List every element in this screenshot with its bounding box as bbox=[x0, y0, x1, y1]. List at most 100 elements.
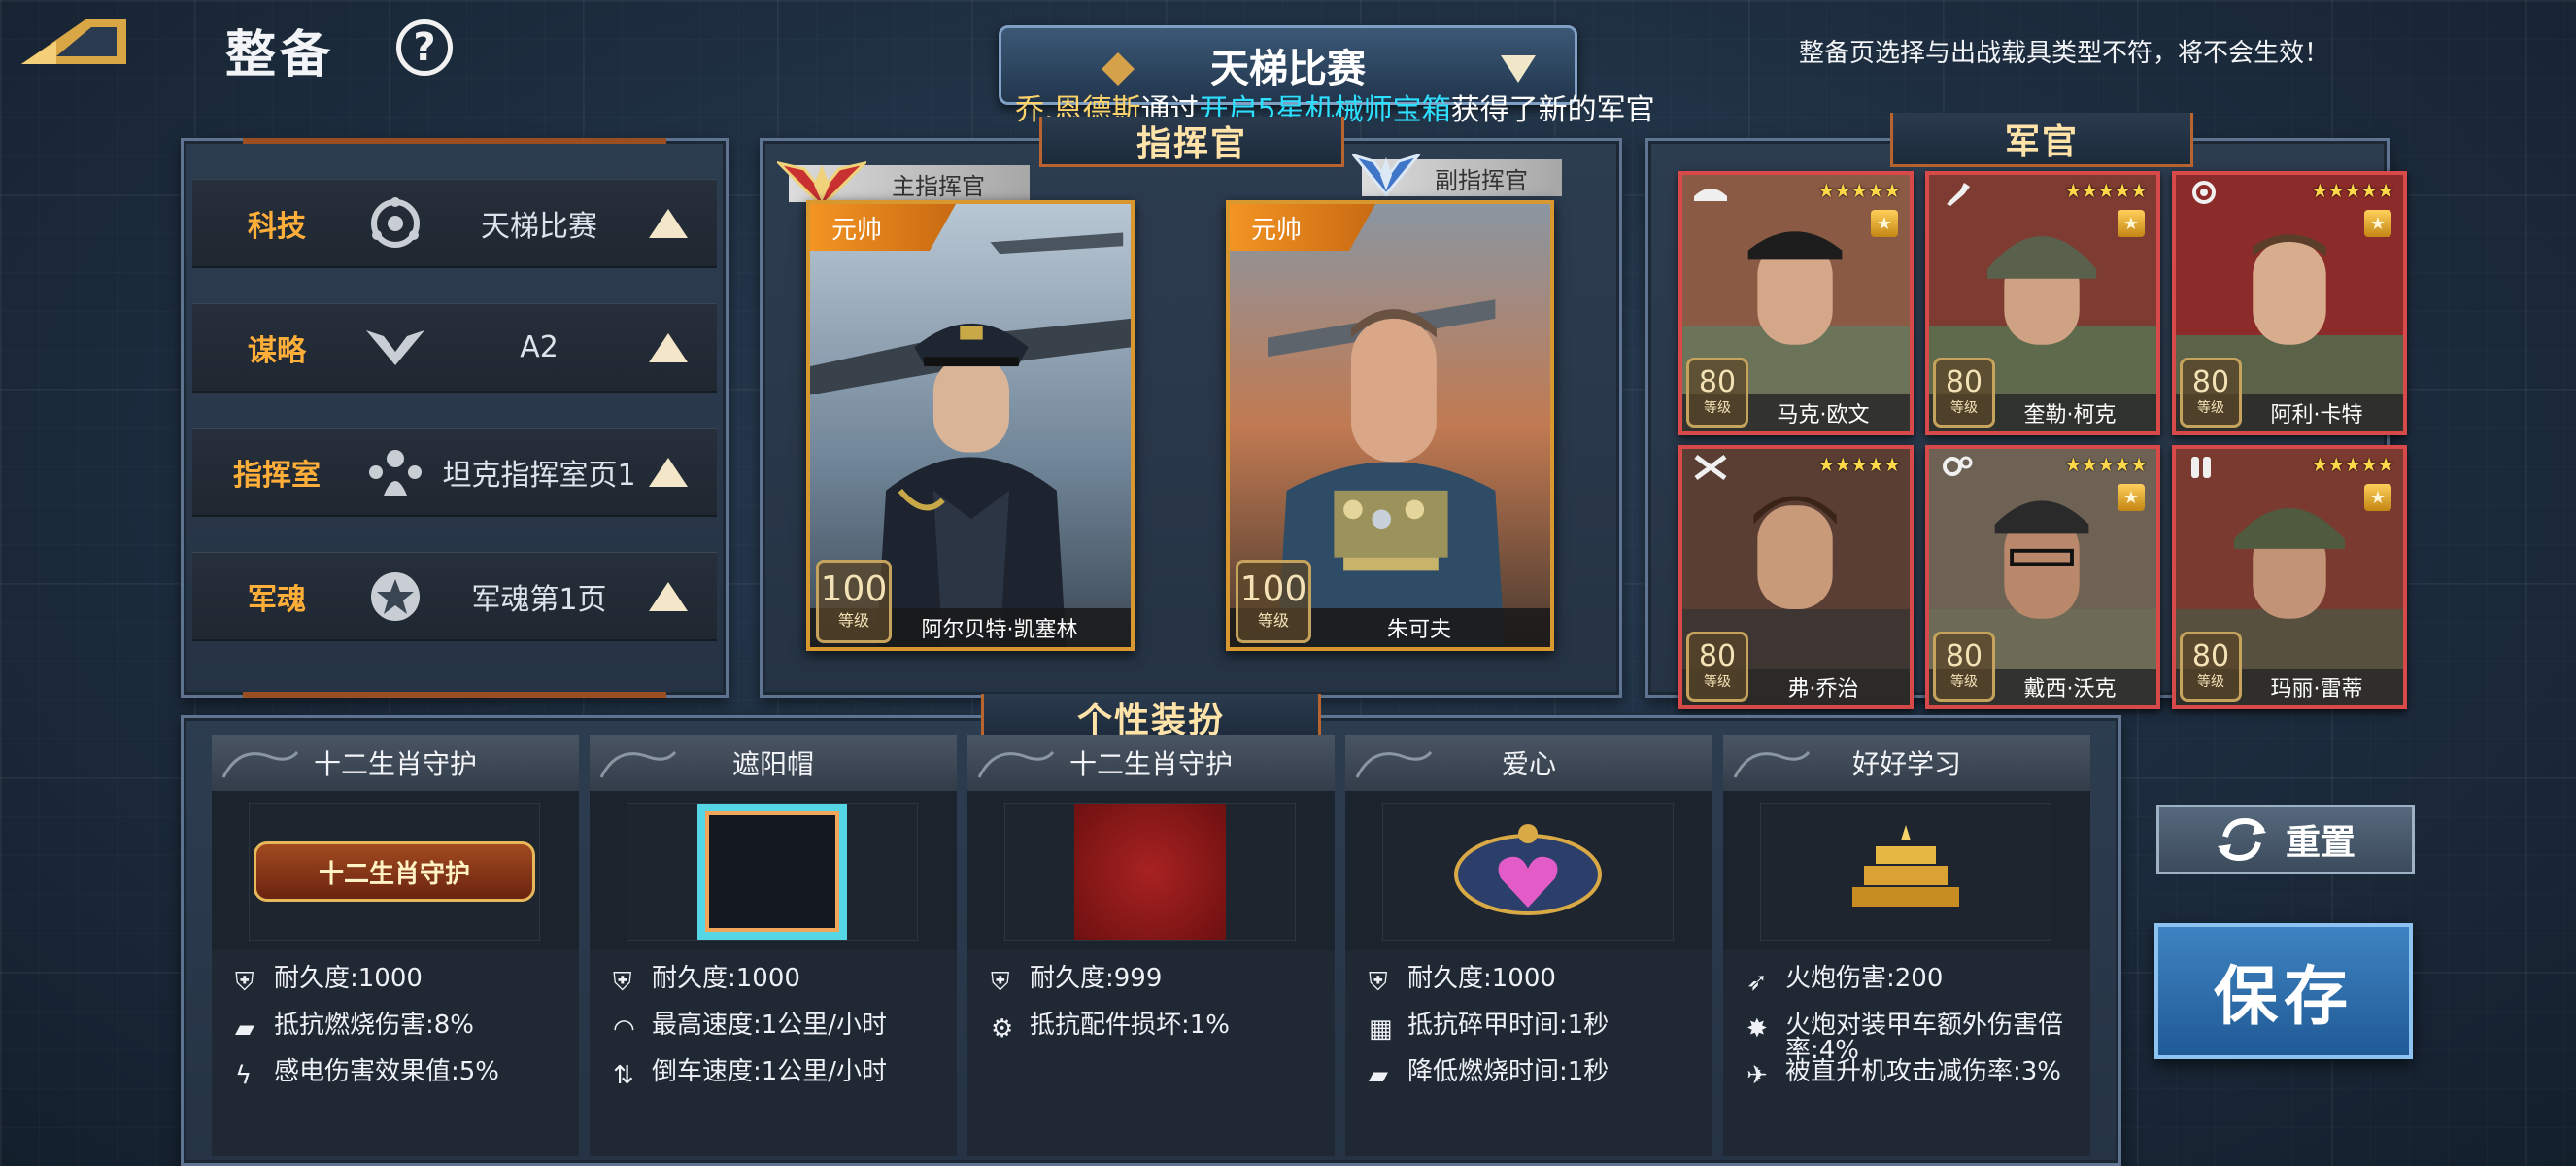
medal-icon: ★ bbox=[1871, 210, 1898, 237]
config-row-tech[interactable]: 科技 天梯比赛 bbox=[192, 179, 717, 268]
stat-row: ϟ 感电伤害效果值:5% bbox=[235, 1057, 500, 1090]
config-row-label: 谋略 bbox=[248, 333, 306, 368]
stat-row: ◠ 最高速度:1公里/小时 bbox=[613, 1011, 888, 1044]
golden-books-icon bbox=[1852, 825, 1959, 907]
tools-icon bbox=[1694, 454, 1727, 480]
costume-slot-header: 爱心 bbox=[1345, 735, 1712, 791]
triangle-up-icon[interactable] bbox=[649, 581, 688, 611]
costume-thumbnail bbox=[1382, 803, 1674, 941]
swirl-ornament-icon bbox=[1733, 750, 1811, 778]
sunhat-frame bbox=[697, 804, 847, 940]
helicopter-icon: ✈ bbox=[1746, 1061, 1768, 1090]
reset-button-label: 重置 bbox=[2285, 823, 2356, 863]
triangle-up-icon[interactable] bbox=[649, 457, 688, 487]
durability-icon: ⛨ bbox=[1369, 968, 1388, 997]
config-row-value: A2 bbox=[520, 330, 559, 364]
shell-icon: ✸ bbox=[1746, 1014, 1768, 1044]
costume-slot-header: 遮阳帽 bbox=[590, 735, 957, 791]
stat-row: ⛨ 耐久度:1000 bbox=[1369, 964, 1556, 997]
back-arrow-icon bbox=[21, 19, 126, 64]
officer-card[interactable]: ★★★★★ 弗·乔治 80 等级 bbox=[1678, 445, 1914, 709]
stat-row: ⛨ 耐久度:999 bbox=[991, 964, 1163, 997]
mismatch-warning: 整备页选择与出战载具类型不符，将不会生效！ bbox=[1799, 39, 2330, 68]
officers-tab: 军官 bbox=[1890, 113, 2193, 167]
costume-stats: ⛨ 耐久度:1000 ▰ 抵抗燃烧伤害:8% ϟ 感电伤害效果值:5% bbox=[212, 950, 579, 1156]
costume-slot[interactable]: 遮阳帽 ⛨ 耐久度:1000 ◠ 最高速度:1公里/小时 ⇅ 倒车速度:1公里/小时 bbox=[590, 735, 957, 1156]
triangle-up-icon[interactable] bbox=[649, 332, 688, 362]
panel-accent bbox=[243, 138, 666, 144]
level-value: 100 bbox=[820, 569, 888, 609]
reverse-icon: ⇅ bbox=[613, 1061, 634, 1090]
costume-slot-header: 十二生肖守护 bbox=[967, 735, 1335, 791]
lightning-icon: ϟ bbox=[235, 1061, 253, 1090]
gear-icon: ⚙ bbox=[991, 1014, 1014, 1044]
tank-icon: ▰ bbox=[235, 1014, 254, 1044]
officer-card[interactable]: ★★★★★ ★ 奎勒·柯克 80 等级 bbox=[1925, 171, 2160, 435]
help-icon[interactable]: ? bbox=[396, 19, 453, 76]
main-commander-card[interactable]: 元帅 阿尔贝特·凯塞林 100 等级 bbox=[806, 200, 1135, 651]
costume-stats: ➶ 火炮伤害:200 ✸ 火炮对装甲车额外伤害倍率:4% ✈ 被直升机攻击减伤率:3% bbox=[1723, 950, 2090, 1156]
gear-icon bbox=[2192, 181, 2216, 204]
diamond-icon bbox=[1102, 52, 1135, 86]
config-row-soul[interactable]: 军魂 军魂第1页 bbox=[192, 552, 717, 641]
level-label: 等级 bbox=[837, 611, 869, 630]
stat-row: ✸ 火炮对装甲车额外伤害倍率:4% bbox=[1746, 1011, 2064, 1065]
costume-thumbnail: 十二生肖守护 bbox=[249, 803, 540, 941]
level-value: 80 bbox=[2191, 639, 2230, 673]
stat-row: ▦ 抵抗碎甲时间:1秒 bbox=[1369, 1011, 1610, 1044]
config-row-command-room[interactable]: 指挥室 坦克指挥室页1 bbox=[192, 428, 717, 517]
level-badge: 80 等级 bbox=[2180, 632, 2242, 702]
stat-row: ⛨ 耐久度:1000 bbox=[235, 964, 423, 997]
costume-slot-header: 十二生肖守护 bbox=[212, 735, 579, 791]
level-badge: 80 等级 bbox=[1933, 358, 1995, 428]
gear-icon bbox=[361, 196, 429, 251]
level-badge: 80 等级 bbox=[1686, 358, 1748, 428]
costume-slot-title: 遮阳帽 bbox=[731, 748, 814, 780]
costume-slot-title: 十二生肖守护 bbox=[1068, 748, 1233, 780]
level-label: 等级 bbox=[1704, 400, 1731, 416]
stat-row: ▰ 抵抗燃烧伤害:8% bbox=[235, 1011, 475, 1044]
level-value: 80 bbox=[1698, 365, 1737, 399]
stat-row: ⇅ 倒车速度:1公里/小时 bbox=[613, 1057, 888, 1090]
vice-commander-card[interactable]: 元帅 朱可夫 100 等级 bbox=[1226, 200, 1554, 651]
back-button[interactable] bbox=[17, 14, 129, 70]
stat-row: ⛨ 耐久度:1000 bbox=[613, 964, 800, 997]
config-row-label: 科技 bbox=[248, 209, 306, 244]
swirl-ornament-icon bbox=[1355, 750, 1433, 778]
broadcast-result: 获得了新的军官 bbox=[1450, 93, 1655, 127]
stat-row: ✈ 被直升机攻击减伤率:3% bbox=[1746, 1057, 2062, 1090]
costume-stats: ⛨ 耐久度:1000 ▦ 抵抗碎甲时间:1秒 ▰ 降低燃烧时间:1秒 bbox=[1345, 950, 1712, 1156]
officer-stars: ★★★★★ bbox=[2064, 179, 2148, 202]
level-label: 等级 bbox=[1704, 674, 1731, 690]
config-row-label: 指挥室 bbox=[233, 458, 321, 493]
costume-slot[interactable]: 十二生肖守护 ⛨ 耐久度:999 ⚙ 抵抗配件损坏:1% bbox=[967, 735, 1335, 1156]
officer-card[interactable]: ★★★★★ ★ 马克·欧文 80 等级 bbox=[1678, 171, 1914, 435]
officer-card[interactable]: ★★★★★ ★ 阿利·卡特 80 等级 bbox=[2172, 171, 2407, 435]
costume-slot[interactable]: 爱心 ⛨ 耐久度:1000 ▦ 抵抗碎甲时间:1秒 ▰ 降低燃烧时间:1秒 bbox=[1345, 735, 1712, 1156]
level-label: 等级 bbox=[1257, 611, 1289, 630]
commander-tab: 指挥官 bbox=[1039, 117, 1344, 167]
wings-icon bbox=[361, 326, 429, 369]
config-row-value: 天梯比赛 bbox=[481, 209, 597, 244]
reset-button[interactable]: 重置 bbox=[2156, 805, 2415, 874]
save-button[interactable]: 保存 bbox=[2154, 923, 2413, 1059]
speed-icon: ◠ bbox=[613, 1014, 635, 1044]
level-value: 80 bbox=[1698, 639, 1737, 673]
level-badge: 100 等级 bbox=[816, 560, 892, 643]
costume-slot-title: 爱心 bbox=[1501, 748, 1556, 780]
triangle-up-icon[interactable] bbox=[649, 208, 688, 238]
costume-slot[interactable]: 十二生肖守护 十二生肖守护 ⛨ 耐久度:1000 ▰ 抵抗燃烧伤害:8% ϟ 感电伤害… bbox=[212, 735, 579, 1156]
level-label: 等级 bbox=[2197, 400, 2224, 416]
config-row-value: 坦克指挥室页1 bbox=[442, 458, 636, 493]
officer-card[interactable]: ★★★★★ ★ 戴西·沃克 80 等级 bbox=[1925, 445, 2160, 709]
officer-stars: ★★★★★ bbox=[2311, 453, 2394, 476]
medal-icon: ★ bbox=[2118, 210, 2145, 237]
swirl-ornament-icon bbox=[977, 750, 1055, 778]
vice-commander-emblem-icon bbox=[1349, 150, 1423, 204]
level-value: 80 bbox=[1945, 365, 1983, 399]
swirl-ornament-icon bbox=[599, 750, 677, 778]
config-row-strategy[interactable]: 谋略 A2 bbox=[192, 303, 717, 393]
officer-card[interactable]: ★★★★★ ★ 玛丽·雷蒂 80 等级 bbox=[2172, 445, 2407, 709]
costume-thumbnail bbox=[627, 803, 918, 941]
costume-slot[interactable]: 好好学习 ➶ 火炮伤害:200 ✸ 火炮对装甲车额外伤害倍率:4% ✈ 被直升机攻击减… bbox=[1723, 735, 2090, 1156]
